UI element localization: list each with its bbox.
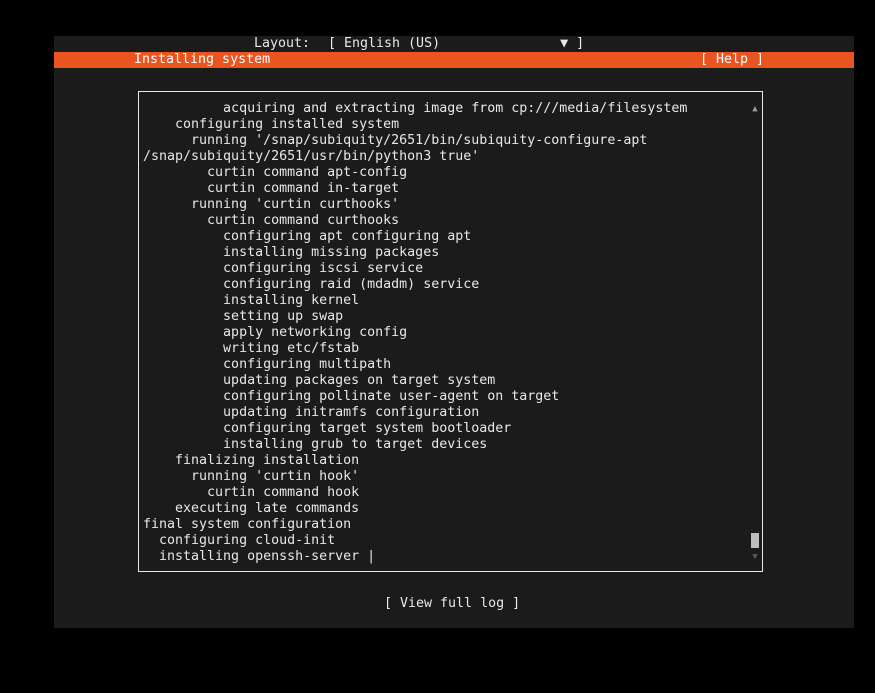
layout-label: Layout: [254,36,311,51]
log-line: configuring pollinate user-agent on targ… [143,389,560,404]
scroll-up-arrow-icon[interactable]: ▲ [750,101,760,117]
log-line: final system configuration [143,517,352,532]
installer-screen: Layout: [ English (US) ▼ ] Installing sy… [54,36,854,628]
log-line: configuring iscsi service [143,261,424,276]
log-line: acquiring and extracting image from cp:/… [143,101,688,116]
layout-select[interactable]: [ English (US) ▼ ] [328,36,584,52]
log-line: writing etc/fstab [143,341,360,356]
keyboard-layout-row: Layout: [ English (US) ▼ ] [54,36,854,52]
log-line: configuring installed system [143,117,400,132]
log-line: curtin command in-target [143,181,400,196]
log-line: updating packages on target system [143,373,496,388]
log-line: setting up swap [143,309,344,324]
log-line: curtin command apt-config [143,165,408,180]
log-lines: acquiring and extracting image from cp:/… [143,101,687,565]
log-line: executing late commands [143,501,360,516]
log-line: configuring apt configuring apt [143,229,472,244]
log-line: curtin command hook [143,485,360,500]
log-line: configuring raid (mdadm) service [143,277,480,292]
log-line: running 'curtin curthooks' [143,197,400,212]
page-title: Installing system [134,52,271,67]
view-full-log-button[interactable]: [ View full log ] [384,596,520,612]
scroll-thumb[interactable] [751,533,759,548]
log-line: installing openssh-server | [143,549,376,564]
log-scrollbar[interactable]: ▲ ▼ [750,101,760,565]
log-line: configuring target system bootloader [143,421,512,436]
title-bar: Installing system [ Help ] [54,52,854,68]
log-line: apply networking config [143,325,408,340]
log-line: finalizing installation [143,453,360,468]
help-button[interactable]: [ Help ] [700,52,764,68]
log-line: configuring cloud-init [143,533,336,548]
install-log-panel[interactable]: acquiring and extracting image from cp:/… [138,91,763,572]
log-line: installing missing packages [143,245,440,260]
log-line: configuring multipath [143,357,392,372]
log-line: /snap/subiquity/2651/usr/bin/python3 tru… [143,149,480,164]
log-line: installing grub to target devices [143,437,488,452]
log-line: installing kernel [143,293,360,308]
log-line: running 'curtin hook' [143,469,360,484]
log-line: running '/snap/subiquity/2651/bin/subiqu… [143,133,648,148]
log-line: curtin command curthooks [143,213,400,228]
log-line: updating initramfs configuration [143,405,480,420]
scroll-down-arrow-icon[interactable]: ▼ [750,549,760,565]
